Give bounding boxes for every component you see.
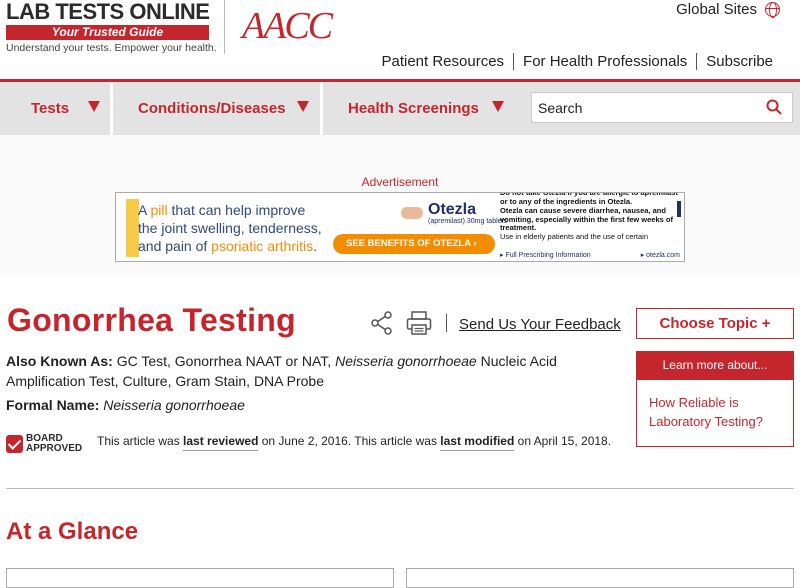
search-input[interactable] [532,93,752,122]
formal-name: Formal Name: Neisseria gonorrhoeae [6,397,245,413]
aacc-logo[interactable]: AACC [242,6,333,46]
otezla-site-link[interactable]: ▸ otezla.com [641,251,680,259]
nav-conditions[interactable]: Conditions/Diseases [138,82,286,135]
ad-safety-text: Do not take Otezla if you are allergic t… [500,192,678,206]
nav-separator [110,82,113,135]
ad-text-highlight: psoriatic arthritis [211,238,314,254]
ad-safety-text: Otezla can cause severe diarrhea, nausea… [500,206,673,232]
main-nav: Tests Conditions/Diseases Health Screeni… [0,82,800,135]
review-info: This article was last reviewed on June 2… [97,434,612,451]
search-icon[interactable] [766,99,782,115]
chevron-down-icon[interactable] [297,101,309,112]
globe-icon [765,2,780,18]
glance-box [406,568,794,588]
badge-line: APPROVED [26,443,83,454]
share-icon[interactable] [370,311,394,335]
page-title: Gonorrhea Testing [7,302,296,338]
site-header: LAB TESTS ONLINE Your Trusted Guide Unde… [0,0,800,80]
ad-text: that can help improve [167,202,306,218]
logo-title: LAB TESTS ONLINE [6,0,210,24]
at-a-glance-heading: At a Glance [6,518,139,545]
lab-tests-online-logo[interactable]: LAB TESTS ONLINE Your Trusted Guide Unde… [6,0,217,54]
health-professionals-link[interactable]: For Health Professionals [513,53,696,70]
logo-tagline: Understand your tests. Empower your heal… [6,42,217,54]
patient-resources-link[interactable]: Patient Resources [372,53,513,70]
ad-safety-text: Use in elderly patients and the use of c… [500,231,649,241]
logo-divider [224,0,225,54]
ad-safety-info: Do not take Otezla if you are allergic t… [500,192,680,241]
nav-separator [320,82,323,135]
ad-headline: A pill that can help improve the joint s… [138,201,322,255]
ad-text: . [313,238,317,254]
review-text: This article was [97,434,184,448]
learn-more-box: How Reliable is Laboratory Testing? [636,380,794,447]
ad-text: A [138,202,151,218]
ad-footer: ▸ Full Prescribing Information ▸ otezla.… [500,251,680,259]
otezla-subtext: (apremilast) 30mg tablets [428,218,507,225]
prescribing-info-link[interactable]: ▸ Full Prescribing Information [500,251,591,259]
learn-more-header: Learn more about... [636,351,794,380]
badge-text: BOARD APPROVED [26,434,82,454]
ad-text: and pain of [138,238,212,254]
otezla-logo: Otezla [428,201,477,218]
toolbar-divider [446,314,447,332]
checkmark-icon [6,435,23,453]
subscribe-link[interactable]: Subscribe [696,53,782,70]
also-known-as: Also Known As: GC Test, Gonorrhea NAAT o… [6,351,616,391]
section-divider [6,488,794,489]
ad-label: Advertisement [361,175,439,189]
aka-italic: Neisseria gonorrhoeae [335,353,477,369]
nav-screenings-label: Health Screenings [348,100,479,117]
last-reviewed-link[interactable]: last reviewed [183,434,259,451]
formal-value: Neisseria gonorrhoeae [103,397,245,413]
ad-region: Advertisement A pill that can help impro… [0,135,800,275]
choose-topic-button[interactable]: Choose Topic + [636,308,794,339]
review-text: on June 2, 2016. This article was [258,434,441,448]
ad-text-highlight: pill [150,202,168,218]
board-approved-badge: BOARD APPROVED [6,434,86,456]
aka-text: GC Test, Gonorrhea NAAT or NAT, [112,353,336,369]
nav-screenings[interactable]: Health Screenings [348,82,479,135]
aka-label: Also Known As: [6,353,113,369]
chevron-down-icon[interactable] [492,101,504,112]
last-modified-link[interactable]: last modified [440,434,515,451]
nav-tests[interactable]: Tests [31,82,69,135]
top-links: Patient Resources For Health Professiona… [372,53,782,70]
logo-guide: Your Trusted Guide [6,25,209,40]
global-sites-link[interactable]: Global Sites [676,1,780,18]
glance-box [6,568,394,588]
nav-conditions-label: Conditions/Diseases [138,100,286,117]
ad-banner[interactable]: A pill that can help improve the joint s… [115,192,685,262]
ad-text: the joint swelling, tenderness, [138,220,322,236]
formal-label: Formal Name: [6,397,100,413]
nav-tests-label: Tests [31,100,70,117]
ad-scrollbar[interactable] [677,201,681,217]
ad-cta-button[interactable]: SEE BENEFITS OF OTEZLA › [333,234,495,254]
print-icon[interactable] [406,311,432,335]
review-text: on April 15, 2018. [514,434,612,448]
pill-image [401,207,423,219]
chevron-down-icon[interactable] [88,101,100,112]
search-box [531,92,793,123]
feedback-link[interactable]: Send Us Your Feedback [459,316,621,333]
global-sites-label: Global Sites [676,1,757,18]
reliable-testing-link[interactable]: How Reliable is Laboratory Testing? [649,393,789,431]
